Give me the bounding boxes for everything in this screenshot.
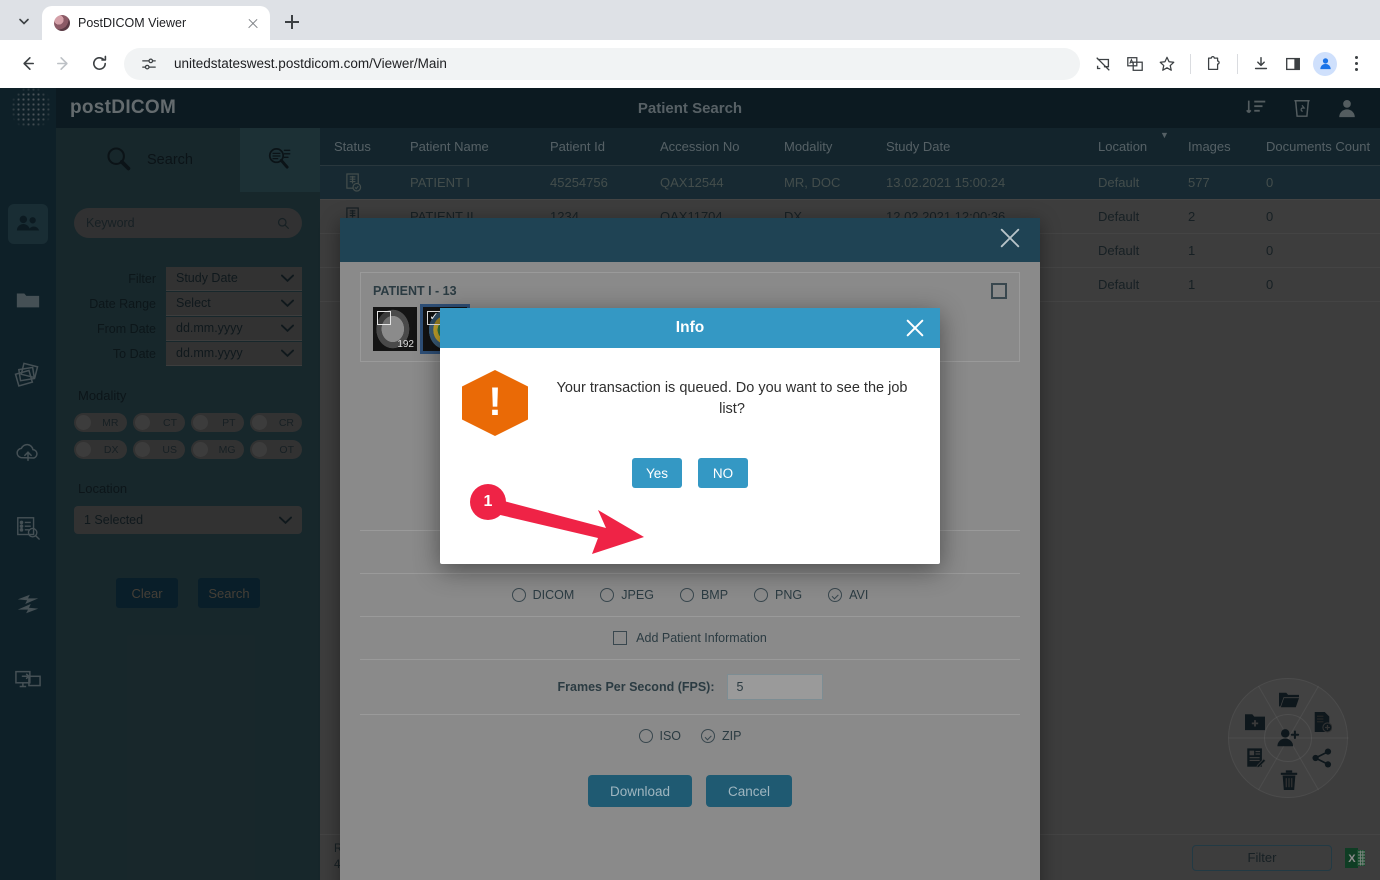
address-bar[interactable]: unitedstateswest.postdicom.com/Viewer/Ma… [124, 47, 1080, 80]
browser-toolbar: unitedstateswest.postdicom.com/Viewer/Ma… [0, 40, 1380, 88]
download-button[interactable]: Download [587, 775, 692, 807]
browser-tab-strip: PostDICOM Viewer [0, 0, 1380, 40]
series-thumbnail[interactable]: 192 [373, 307, 417, 351]
packaging-label: ISO [659, 729, 682, 743]
radio-icon [600, 588, 615, 602]
info-modal-title: Info [675, 319, 705, 336]
format-label: BMP [700, 588, 729, 602]
thumbnail-label: 192 [397, 339, 414, 350]
toolbar-divider [1190, 53, 1191, 74]
series-select-checkbox[interactable] [991, 283, 1007, 299]
cast-off-icon[interactable] [1088, 49, 1118, 79]
thumbnail-checkbox[interactable] [377, 311, 391, 325]
format-option-png[interactable]: PNG [754, 588, 802, 602]
radio-icon [754, 588, 769, 602]
info-modal-header: Info [440, 308, 940, 348]
radio-icon [679, 588, 694, 602]
format-option-avi[interactable]: AVI [828, 588, 868, 602]
browser-tab[interactable]: PostDICOM Viewer [42, 6, 270, 40]
add-patient-info-label: Add Patient Information [636, 631, 767, 645]
info-modal-actions: Yes NO [440, 458, 940, 488]
download-dialog-actions: Download Cancel [360, 757, 1020, 807]
radio-checked-icon [701, 729, 716, 743]
format-option-jpeg[interactable]: JPEG [600, 588, 654, 602]
translate-icon[interactable] [1120, 49, 1150, 79]
three-dot-menu-icon[interactable] [1342, 49, 1370, 79]
profile-avatar-icon[interactable] [1310, 49, 1340, 79]
screenshot-root: PostDICOM Viewer unitedstateswest.postdi… [0, 0, 1380, 880]
step-number-badge: 1 [470, 484, 506, 520]
tab-search-chevron-icon[interactable] [10, 7, 38, 35]
yes-button[interactable]: Yes [631, 458, 683, 488]
no-button[interactable]: NO [698, 458, 749, 488]
packaging-row: ISO ZIP [360, 714, 1020, 757]
forward-arrow-icon[interactable] [46, 47, 80, 81]
new-tab-button[interactable] [278, 8, 306, 36]
fps-row: Frames Per Second (FPS): 5 [360, 659, 1020, 714]
exclamation-hex-icon: ! [462, 370, 528, 436]
series-header: PATIENT I - 13 [373, 283, 1007, 299]
format-option-dicom[interactable]: DICOM [511, 588, 575, 602]
cancel-button[interactable]: Cancel [706, 775, 793, 807]
download-dialog-header [340, 218, 1040, 262]
close-tab-icon[interactable] [244, 14, 262, 32]
side-panel-icon[interactable] [1278, 49, 1308, 79]
radio-icon [638, 729, 653, 743]
fps-input[interactable]: 5 [726, 674, 823, 700]
info-modal-body: ! Your transaction is queued. Do you wan… [440, 348, 940, 436]
format-options-row: DICOM JPEG BMP PNG AVI [360, 573, 1020, 616]
add-patient-info-checkbox[interactable] [613, 631, 628, 645]
thumbnail-checkbox[interactable]: ✓ [427, 311, 441, 325]
reload-icon[interactable] [82, 47, 116, 81]
tab-title: PostDICOM Viewer [78, 16, 187, 30]
back-arrow-icon[interactable] [10, 47, 44, 81]
info-modal-message: Your transaction is queued. Do you want … [556, 380, 908, 418]
url-text: unitedstateswest.postdicom.com/Viewer/Ma… [174, 56, 447, 71]
radio-icon [511, 588, 526, 602]
favicon-icon [54, 15, 70, 31]
packaging-option-iso[interactable]: ISO [638, 729, 682, 743]
format-label: JPEG [621, 588, 654, 602]
add-patient-info-row: Add Patient Information [360, 616, 1020, 659]
fps-label: Frames Per Second (FPS): [557, 680, 715, 694]
format-label: PNG [775, 588, 803, 602]
close-icon[interactable] [904, 317, 926, 339]
radio-checked-icon [828, 588, 843, 602]
format-label: AVI [849, 588, 869, 602]
format-label: DICOM [532, 588, 575, 602]
extensions-puzzle-icon[interactable] [1199, 49, 1229, 79]
toolbar-divider-2 [1237, 53, 1238, 74]
series-title: PATIENT I - 13 [373, 284, 457, 298]
close-icon[interactable] [998, 226, 1022, 255]
bookmark-star-icon[interactable] [1152, 49, 1182, 79]
packaging-option-zip[interactable]: ZIP [701, 729, 742, 743]
red-arrow-icon [496, 500, 644, 554]
page-settings-icon[interactable] [134, 49, 164, 79]
format-option-bmp[interactable]: BMP [679, 588, 729, 602]
downloads-icon[interactable] [1246, 49, 1276, 79]
app-viewport: postDICOM Patient Search Search Keyword … [0, 88, 1380, 880]
packaging-label: ZIP [722, 729, 742, 743]
